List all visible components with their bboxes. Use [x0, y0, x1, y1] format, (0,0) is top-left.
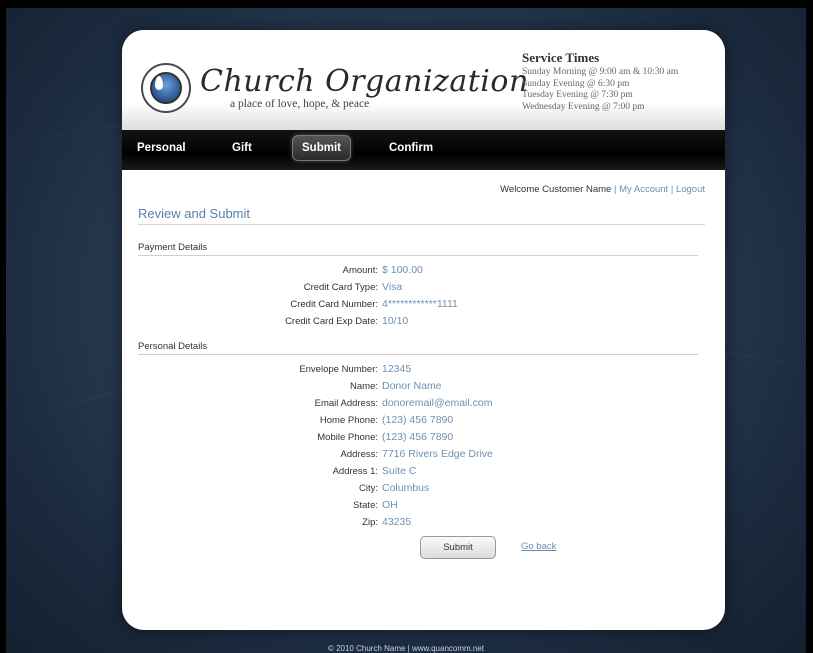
detail-label: Credit Card Number: [290, 299, 378, 310]
go-back-link[interactable]: Go back [521, 541, 556, 552]
divider [138, 354, 698, 355]
detail-value: donoremail@email.com [382, 397, 493, 409]
service-time-line: Tuesday Evening @ 7:30 pm [522, 90, 633, 100]
service-times-title: Service Times [522, 50, 600, 65]
detail-value: 7716 Rivers Edge Drive [382, 448, 493, 460]
payment-details-heading: Payment Details [138, 242, 208, 253]
nav-item-confirm[interactable]: Confirm [389, 142, 433, 154]
detail-row: State: OH [122, 499, 725, 514]
nav-item-personal[interactable]: Personal [137, 142, 186, 154]
welcome-bar: Welcome Customer Name | My Account | Log… [500, 184, 705, 195]
detail-label: Name: [350, 381, 378, 392]
page-title: Review and Submit [138, 206, 250, 221]
detail-value: (123) 456 7890 [382, 414, 454, 426]
service-time-line: Sunday Evening @ 6:30 pm [522, 78, 630, 89]
detail-label: Zip: [362, 517, 378, 528]
nav-item-submit[interactable]: Submit [292, 135, 351, 161]
detail-row: Mobile Phone: (123) 456 7890 [122, 431, 725, 446]
my-account-link[interactable]: My Account [619, 184, 668, 195]
detail-value: 12345 [382, 363, 412, 375]
detail-label: Credit Card Exp Date: [285, 316, 378, 327]
service-time-line: Sunday Morning @ 9:00 am & 10:30 am [522, 67, 679, 77]
divider [138, 255, 698, 256]
detail-row: Envelope Number: 12345 [122, 363, 725, 378]
detail-value: Donor Name [382, 380, 442, 392]
detail-row: Zip: 43235 [122, 516, 725, 531]
detail-row: Credit Card Type: Visa [122, 281, 725, 296]
content-card: Church Organization a place of love, hop… [122, 30, 725, 630]
detail-value: 4************1111 [382, 298, 458, 310]
detail-row: Credit Card Exp Date: 10/10 [122, 315, 725, 330]
detail-row: Name: Donor Name [122, 380, 725, 395]
detail-label: State: [353, 500, 378, 511]
detail-label: Envelope Number: [299, 364, 378, 375]
detail-value: Suite C [382, 465, 417, 477]
detail-value: 43235 [382, 516, 412, 528]
detail-row: Credit Card Number: 4************1111 [122, 298, 725, 313]
page-background: Church Organization a place of love, hop… [6, 8, 806, 653]
detail-row: Home Phone: (123) 456 7890 [122, 414, 725, 429]
separator: | [613, 184, 617, 195]
detail-row: Address: 7716 Rivers Edge Drive [122, 448, 725, 463]
logout-link[interactable]: Logout [676, 184, 705, 195]
detail-label: Address 1: [332, 466, 378, 477]
welcome-text: Welcome Customer Name [500, 184, 612, 195]
service-times: Service Times Sunday Morning @ 9:00 am &… [522, 50, 678, 113]
brand-tagline: a place of love, hope, & peace [230, 98, 370, 110]
detail-label: Address: [340, 449, 379, 460]
site-footer: © 2010 Church Name | www.quancomm.net [327, 644, 485, 653]
service-time-line: Wednesday Evening @ 7:00 pm [522, 101, 645, 112]
detail-value: $ 100.00 [382, 264, 423, 276]
detail-label: Email Address: [314, 398, 378, 409]
dove-flame-emblem-icon[interactable] [141, 63, 191, 113]
site-header: Church Organization a place of love, hop… [122, 30, 725, 134]
detail-label: Home Phone: [319, 415, 378, 426]
detail-label: Credit Card Type: [303, 282, 378, 293]
detail-value: OH [382, 499, 398, 511]
detail-label: Amount: [342, 265, 378, 276]
separator: | [670, 184, 674, 195]
detail-row: Email Address: donoremail@email.com [122, 397, 725, 412]
detail-row: Amount: $ 100.00 [122, 264, 725, 279]
brand-name[interactable]: Church Organization [200, 64, 529, 99]
step-navigation: Personal Gift Submit Confirm [122, 130, 725, 170]
detail-value: Visa [382, 281, 403, 293]
submit-button[interactable]: Submit [420, 536, 496, 559]
detail-value: Columbus [382, 482, 430, 494]
detail-value: 10/10 [382, 315, 409, 327]
divider [138, 224, 705, 225]
detail-row: City: Columbus [122, 482, 725, 497]
detail-row: Address 1: Suite C [122, 465, 725, 480]
nav-item-gift[interactable]: Gift [232, 142, 252, 154]
detail-label: Mobile Phone: [317, 432, 378, 443]
detail-label: City: [359, 483, 378, 494]
personal-details-heading: Personal Details [138, 341, 208, 352]
detail-value: (123) 456 7890 [382, 431, 454, 443]
